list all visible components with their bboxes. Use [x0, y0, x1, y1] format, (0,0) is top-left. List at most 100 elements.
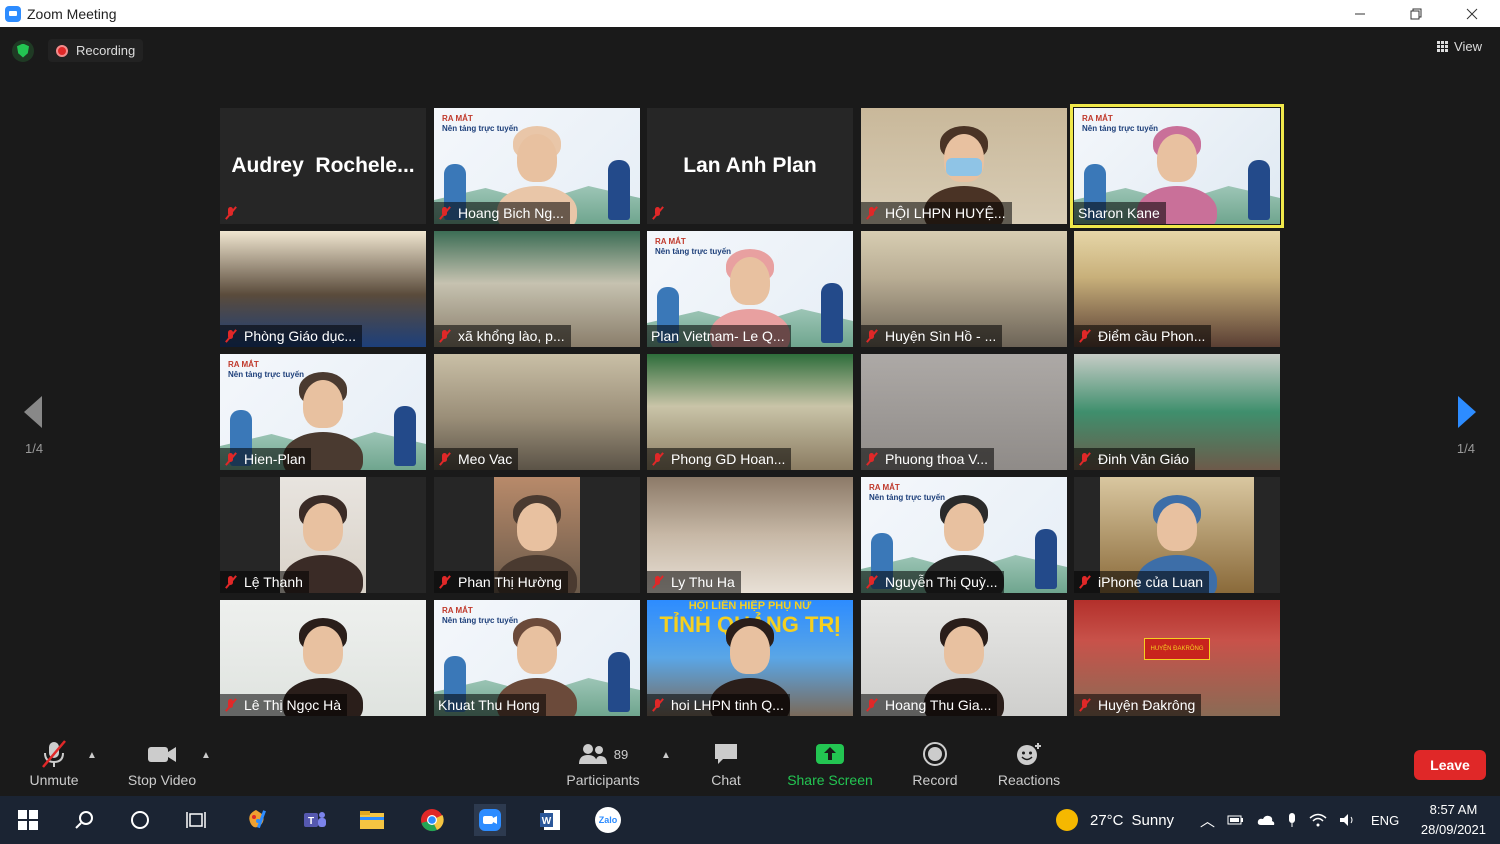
event-banner-text: RA MẮT Nên tảng trực tuyến [442, 606, 519, 625]
participant-video-tile[interactable]: iPhone của Luan [1074, 477, 1280, 593]
participant-video-tile[interactable]: RA MẮT Nên tảng trực tuyến Nguyễn Thị Quỳ.… [861, 477, 1067, 593]
participant-name-label [647, 202, 677, 224]
input-language[interactable]: ENG [1371, 813, 1399, 828]
participant-name-label: Sharon Kane [1074, 202, 1166, 224]
zalo-app-icon[interactable]: Zalo [592, 804, 624, 836]
participant-name: Phong GD Hoan... [671, 451, 786, 467]
participant-video-tile[interactable]: Lệ Thanh [220, 477, 426, 593]
participant-video-tile[interactable]: Phòng Giáo dục... [220, 231, 426, 347]
participant-video-tile[interactable]: Điểm cầu Phon... [1074, 231, 1280, 347]
participant-video-tile[interactable]: Meo Vac [434, 354, 640, 470]
muted-mic-icon [865, 329, 879, 343]
onedrive-cloud-icon[interactable] [1257, 814, 1275, 826]
speaker-volume-icon[interactable] [1339, 813, 1357, 827]
reactions-button[interactable]: Reactions [996, 738, 1062, 796]
cartoon-figure [1035, 529, 1057, 589]
record-button[interactable]: Record [910, 738, 960, 796]
paint-app-icon[interactable] [240, 804, 272, 836]
participant-face [517, 503, 557, 551]
participant-name: Ly Thu Ha [671, 574, 735, 590]
participant-name-label: HỘI LHPN HUYỆ... [861, 202, 1012, 224]
participant-video-tile[interactable]: Phan Thị Hường [434, 477, 640, 593]
participant-name-label: Khuat Thu Hong [434, 694, 546, 716]
participant-name: Hoang Bich Ng... [458, 205, 564, 221]
taskbar-clock[interactable]: 8:57 AM 28/09/2021 [1421, 800, 1486, 840]
weather-widget[interactable]: 27°C Sunny [1056, 796, 1174, 844]
smiley-reaction-icon [1015, 738, 1043, 770]
participant-name-label: Hoang Bich Ng... [434, 202, 570, 224]
zoom-taskbar-icon[interactable] [474, 804, 506, 836]
participant-name-label: Meo Vac [434, 448, 519, 470]
chrome-icon[interactable] [416, 804, 448, 836]
unmute-button[interactable]: Unmute [22, 738, 86, 796]
stop-video-button[interactable]: Stop Video [124, 738, 200, 796]
participant-face [517, 626, 557, 674]
participant-video-tile[interactable]: Ly Thu Ha [647, 477, 853, 593]
participant-video-tile[interactable]: RA MẮT Nên tảng trực tuyến Sharon Kane [1070, 104, 1284, 228]
next-page-arrow-icon[interactable] [1450, 392, 1480, 432]
participant-video-tile[interactable]: Huyện Sìn Hồ - ... [861, 231, 1067, 347]
participants-options-chevron-icon[interactable]: ▲ [661, 750, 671, 761]
file-explorer-icon[interactable] [356, 804, 388, 836]
participant-video-tile[interactable]: Đinh Văn Giáo [1074, 354, 1280, 470]
participant-video-tile[interactable]: Hoang Thu Gia... [861, 600, 1067, 716]
participant-video-tile[interactable]: HỘI LHPN HUYỆ... [861, 108, 1067, 224]
recording-indicator[interactable]: Recording [48, 39, 144, 62]
grid-view-icon [1437, 41, 1449, 52]
task-view-icon[interactable] [180, 804, 212, 836]
chat-button[interactable]: Chat [704, 738, 748, 796]
participant-video-tile[interactable]: RA MẮT Nên tảng trực tuyến Hien-Plan [220, 354, 426, 470]
participant-video-tile[interactable]: RA MẮT Nên tảng trực tuyến Khuat Thu Hong [434, 600, 640, 716]
participant-video-tile[interactable]: Phong GD Hoan... [647, 354, 853, 470]
participant-video-tile[interactable]: xã khổng lào, p... [434, 231, 640, 347]
participant-video-tile[interactable]: HỘI LIÊN HIỆP PHỤ NỮTỈNH QUẢNG TRỊhoi LH… [647, 600, 853, 716]
muted-mic-icon [224, 329, 238, 343]
participant-name-label: Lệ Thanh [220, 571, 309, 593]
participant-video-tile[interactable]: Phuong thoa V... [861, 354, 1067, 470]
video-options-chevron-icon[interactable]: ▲ [201, 750, 211, 761]
encryption-shield-icon[interactable] [12, 39, 34, 62]
participant-video-tile[interactable]: Lê Thị Ngọc Hà [220, 600, 426, 716]
microphone-tray-icon[interactable] [1287, 812, 1297, 828]
participant-video-tile[interactable]: Lan Anh Plan [647, 108, 853, 224]
participant-name-label: Đinh Văn Giáo [1074, 448, 1196, 470]
restore-button[interactable] [1388, 0, 1444, 27]
video-camera-icon [146, 738, 178, 770]
participant-name-label: Plan Vietnam- Le Q... [647, 325, 791, 347]
participant-name: Điểm cầu Phon... [1098, 328, 1206, 344]
participant-name: Huyện Đakrông [1098, 697, 1196, 713]
participant-name: Đinh Văn Giáo [1098, 451, 1190, 467]
close-button[interactable] [1444, 0, 1500, 27]
leave-button[interactable]: Leave [1414, 750, 1486, 780]
chevron-up-icon[interactable]: ︿ [1200, 810, 1215, 831]
view-button[interactable]: View [1437, 39, 1482, 54]
participant-video-tile[interactable]: HUYỆN ĐAKRÔNG Huyện Đakrông [1074, 600, 1280, 716]
participant-name: Phòng Giáo dục... [244, 328, 357, 344]
teams-app-icon[interactable]: T [298, 804, 330, 836]
search-icon[interactable] [68, 804, 100, 836]
svg-text:T: T [308, 816, 314, 827]
muted-mic-icon [651, 452, 665, 466]
participant-video-tile[interactable]: RA MẮT Nên tảng trực tuyến Plan Vietnam- L… [647, 231, 853, 347]
participant-video-tile[interactable]: Audrey Rochele... [220, 108, 426, 224]
event-banner-text: RA MẮT Nên tảng trực tuyến [1082, 114, 1159, 133]
record-dot-icon [56, 44, 68, 57]
audio-options-chevron-icon[interactable]: ▲ [87, 750, 97, 761]
wifi-icon[interactable] [1309, 813, 1327, 827]
previous-page-arrow-icon[interactable] [20, 392, 50, 432]
battery-icon[interactable] [1227, 813, 1245, 827]
participant-name: HỘI LHPN HUYỆ... [885, 205, 1006, 221]
participant-video-tile[interactable]: RA MẮT Nên tảng trực tuyến Hoang Bich Ng..… [434, 108, 640, 224]
minimize-button[interactable] [1332, 0, 1388, 27]
meeting-stage: Recording View 1/4 1/4 Audrey Rochele...… [0, 27, 1500, 738]
face-mask [946, 158, 982, 176]
windows-start-icon[interactable] [12, 804, 44, 836]
share-screen-button[interactable]: Share Screen [786, 738, 874, 796]
cortana-icon[interactable] [124, 804, 156, 836]
sun-weather-icon [1056, 809, 1078, 831]
participant-name: Phan Thị Hường [458, 574, 562, 590]
page-indicator-right: 1/4 [1456, 441, 1475, 456]
word-app-icon[interactable]: W [534, 804, 566, 836]
participants-button[interactable]: 89 Participants [563, 738, 643, 796]
participant-name: Meo Vac [458, 451, 513, 467]
